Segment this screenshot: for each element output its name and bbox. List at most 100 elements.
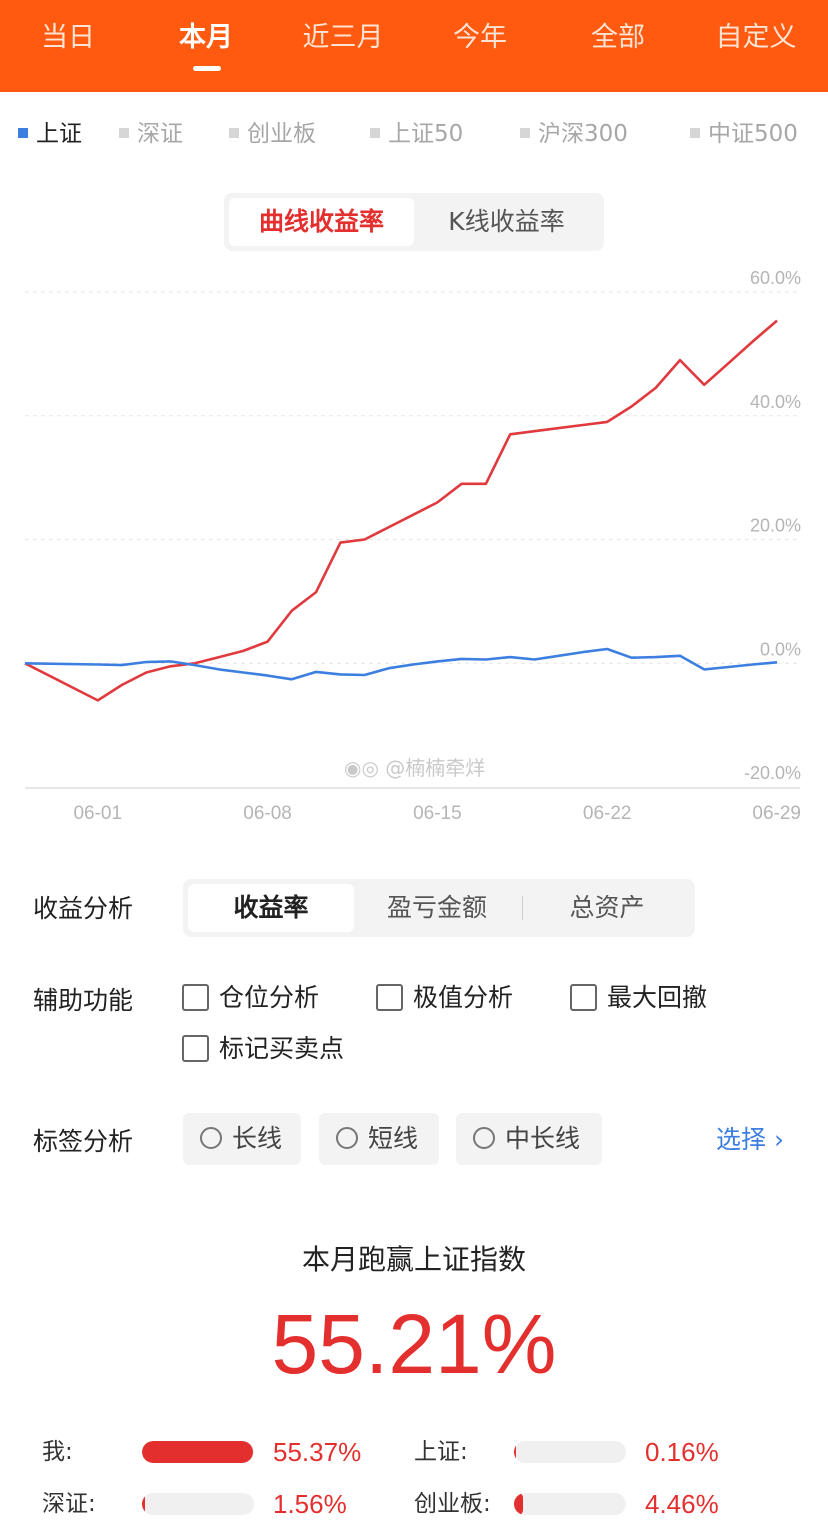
max-drawdown-checkbox[interactable]: 最大回撤 [570,978,707,1018]
index-return-line [24,647,778,681]
position-analysis-checkbox[interactable]: 仓位分析 [182,978,319,1018]
y-tick-label: 20.0% [750,516,801,536]
x-tick-label: 06-29 [752,803,801,824]
checkbox-icon [376,983,403,1011]
tab-this-year[interactable]: 今年 [425,18,535,58]
checkbox-icon [182,1034,209,1062]
tab-label: 今年 [453,22,507,53]
index-label: 中证500 [708,121,798,147]
tag-long-term[interactable]: 长线 [183,1113,301,1165]
index-label: 上证 [36,121,82,147]
comparison-label: 创业板: [414,1491,491,1517]
tab-custom[interactable]: 自定义 [701,18,811,58]
tag-label: 长线 [232,1124,283,1153]
tags-label: 标签分析 [33,1127,134,1156]
analysis-label: 收益分析 [33,894,134,923]
index-szse[interactable]: 深证 [119,112,183,156]
index-chinext[interactable]: 创业板 [229,112,316,156]
return-chart: 60.0% 40.0% 20.0% 0.0% -20.0% 06-01 06-08 06-15… [24,268,801,824]
comparison-bar-fill [142,1493,146,1515]
weibo-logo-icon: ◉◎ [344,756,379,780]
chart-type-toggle: 曲线收益率 K线收益率 [224,193,604,251]
comparison-label: 深证: [42,1491,96,1517]
checkbox-label: 极值分析 [413,983,514,1012]
return-rate-button[interactable]: 收益率 [188,884,354,932]
legend-dot-icon [370,127,380,138]
comparison-szse: 深证: 1.56% [0,1488,414,1527]
index-label: 深证 [137,121,183,147]
radio-icon [200,1127,222,1149]
tag-short-term[interactable]: 短线 [319,1113,439,1165]
total-assets-button[interactable]: 总资产 [524,884,690,932]
checkbox-label: 仓位分析 [219,983,320,1012]
tag-mid-long-term[interactable]: 中长线 [456,1113,602,1165]
comparison-sse: 上证: 0.16% [414,1436,828,1476]
comparison-bar-fill [514,1441,516,1463]
divider [522,896,523,920]
legend-dot-icon [690,127,700,138]
y-tick-label: -20.0% [744,763,801,783]
tab-label: 近三月 [302,22,384,53]
summary-title: 本月跑赢上证指数 [301,1243,526,1276]
select-tags-link[interactable]: 选择 › [716,1120,784,1156]
comparison-bar-fill [142,1441,253,1463]
comparison-bar [142,1493,254,1515]
x-tick-label: 06-01 [73,803,122,824]
x-tick-label: 06-22 [583,803,632,824]
index-csi500[interactable]: 中证500 [690,112,798,156]
comparison-value: 4.46% [645,1489,719,1519]
y-tick-label: 0.0% [760,639,801,659]
checkbox-icon [570,983,597,1011]
outperformance-value: 55.21% [271,1297,557,1391]
curve-return-button[interactable]: 曲线收益率 [229,198,414,246]
y-tick-label: 40.0% [750,392,801,412]
x-tick-label: 06-08 [243,803,292,824]
comparison-bar [514,1441,626,1463]
tab-this-month[interactable]: 本月 [151,18,261,71]
watermark: ◉◎ @楠楠牵烊 [344,752,485,781]
tab-label: 本月 [179,22,233,53]
index-label: 创业板 [247,121,316,147]
comparison-me: 我: 55.37% [0,1436,414,1476]
comparison-value: 0.16% [645,1437,719,1467]
y-tick-label: 60.0% [750,268,801,288]
index-sse[interactable]: 上证 [18,112,82,156]
comparison-value: 1.56% [273,1489,347,1519]
index-selector: 上证 深证 创业板 上证50 沪深300 中证500 [0,112,828,156]
checkbox-label: 最大回撤 [607,983,708,1012]
my-return-line [24,319,778,702]
x-tick-label: 06-15 [413,803,462,824]
legend-dot-icon [229,127,239,138]
tab-label: 全部 [591,22,645,53]
radio-icon [473,1127,495,1149]
comparison-bar [514,1493,626,1515]
analysis-toggle: 收益率 盈亏金额 总资产 [183,879,695,937]
active-tab-indicator [193,66,221,71]
comparison-value: 55.37% [273,1437,362,1467]
tag-label: 短线 [368,1124,419,1153]
tab-three-months[interactable]: 近三月 [288,18,398,58]
index-sse50[interactable]: 上证50 [370,112,463,156]
index-label: 沪深300 [538,121,628,147]
watermark-text: @楠楠牵烊 [385,756,486,780]
comparison-bar-fill [514,1493,523,1515]
profit-amount-button[interactable]: 盈亏金额 [354,884,520,932]
index-csi300[interactable]: 沪深300 [520,112,628,156]
aux-label: 辅助功能 [33,986,134,1015]
checkbox-label: 标记买卖点 [219,1034,345,1063]
tab-all[interactable]: 全部 [563,18,673,58]
radio-icon [336,1127,358,1149]
extreme-analysis-checkbox[interactable]: 极值分析 [376,978,513,1018]
comparison-label: 我: [42,1439,73,1465]
period-tab-bar: 当日 本月 近三月 今年 全部 自定义 [0,0,828,92]
index-label: 上证50 [388,121,464,147]
checkbox-icon [182,983,209,1011]
comparison-bar [142,1441,254,1463]
kline-return-button[interactable]: K线收益率 [414,198,599,246]
legend-dot-icon [119,127,129,138]
mark-trades-checkbox[interactable]: 标记买卖点 [182,1029,344,1069]
legend-dot-icon [520,127,530,138]
tab-today[interactable]: 当日 [13,18,123,58]
comparison-chinext: 创业板: 4.46% [414,1488,828,1527]
tab-label: 当日 [41,22,95,53]
